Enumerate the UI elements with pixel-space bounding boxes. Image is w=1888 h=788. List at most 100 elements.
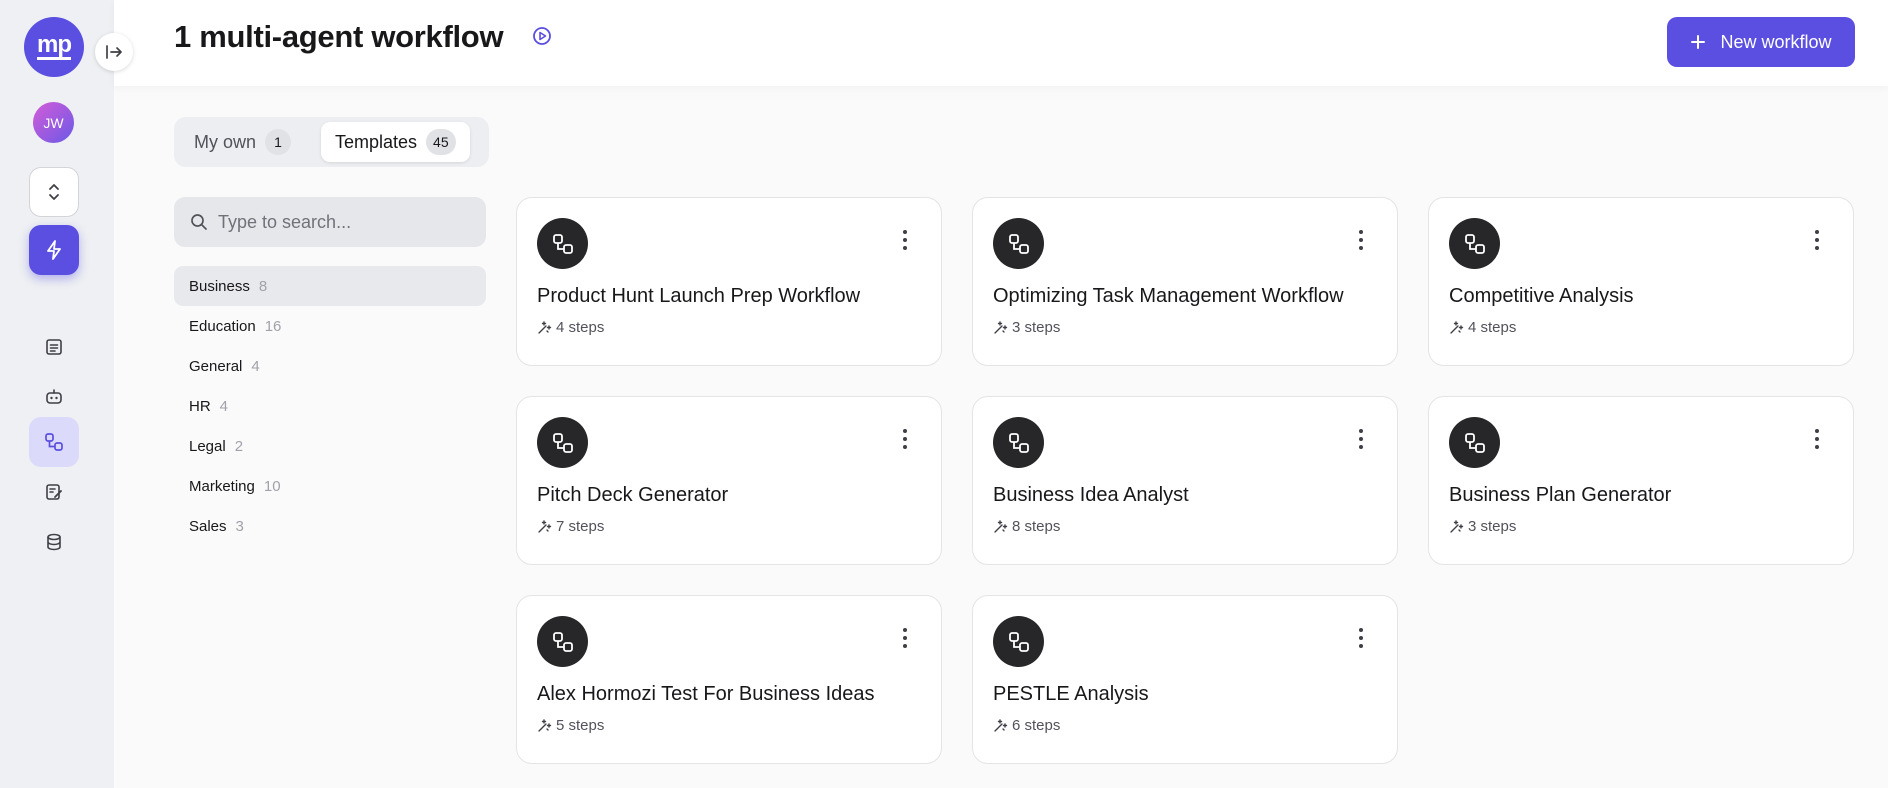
category-name: Marketing bbox=[189, 477, 255, 495]
category-education[interactable]: Education 16 bbox=[174, 306, 486, 346]
workflow-title: Competitive Analysis bbox=[1449, 285, 1634, 307]
more-vertical-icon[interactable] bbox=[901, 230, 909, 250]
workspace-switch-button[interactable] bbox=[29, 167, 79, 217]
sparkles-icon bbox=[994, 321, 1008, 334]
workflow-card[interactable]: Business Idea Analyst 8 steps bbox=[972, 396, 1398, 565]
more-vertical-icon[interactable] bbox=[1813, 230, 1821, 250]
workflow-avatar bbox=[537, 417, 588, 468]
workflow-title: Business Plan Generator bbox=[1449, 484, 1672, 506]
workflow-icon bbox=[1464, 432, 1485, 453]
steps-count: 7 steps bbox=[556, 518, 605, 535]
category-business[interactable]: Business 8 bbox=[174, 266, 486, 306]
logo-text: mp bbox=[37, 31, 72, 60]
collapse-sidebar-button[interactable] bbox=[95, 33, 133, 71]
workflow-icon bbox=[45, 433, 63, 451]
workflow-avatar bbox=[537, 218, 588, 269]
workflow-steps: 7 steps bbox=[537, 518, 604, 535]
workflow-avatar bbox=[993, 616, 1044, 667]
category-hr[interactable]: HR 4 bbox=[174, 386, 486, 426]
workflow-icon bbox=[1464, 233, 1485, 254]
user-avatar[interactable]: JW bbox=[33, 102, 74, 143]
tab-label: My own bbox=[194, 131, 257, 152]
workflow-steps: 4 steps bbox=[537, 319, 604, 336]
workflow-steps: 3 steps bbox=[1449, 518, 1516, 535]
search-input[interactable] bbox=[218, 211, 468, 233]
category-name: HR bbox=[189, 397, 211, 415]
steps-count: 5 steps bbox=[556, 717, 605, 734]
workflow-avatar bbox=[993, 417, 1044, 468]
category-name: Business bbox=[189, 277, 250, 295]
category-sales[interactable]: Sales 3 bbox=[174, 506, 486, 546]
page-header: 1 multi-agent workflow New workflow bbox=[114, 0, 1888, 86]
workflow-card[interactable]: Competitive Analysis 4 steps bbox=[1428, 197, 1854, 366]
workflow-card[interactable]: Business Plan Generator 3 steps bbox=[1428, 396, 1854, 565]
left-rail: mp JW bbox=[0, 0, 114, 788]
more-vertical-icon[interactable] bbox=[1813, 429, 1821, 449]
category-name: Sales bbox=[189, 517, 227, 535]
tab-label: Templates bbox=[335, 131, 418, 152]
tab-count-badge: 45 bbox=[426, 129, 456, 155]
workflow-card[interactable]: Alex Hormozi Test For Business Ideas 5 s… bbox=[516, 595, 942, 764]
nav-documents[interactable] bbox=[29, 322, 79, 372]
workflow-title: Product Hunt Launch Prep Workflow bbox=[537, 285, 861, 307]
category-marketing[interactable]: Marketing 10 bbox=[174, 466, 486, 506]
sparkles-icon bbox=[538, 321, 552, 334]
nav-data[interactable] bbox=[29, 517, 79, 567]
steps-count: 6 steps bbox=[1012, 717, 1061, 734]
new-workflow-button[interactable]: New workflow bbox=[1667, 17, 1855, 67]
category-legal[interactable]: Legal 2 bbox=[174, 426, 486, 466]
search-icon bbox=[191, 214, 207, 230]
sparkles-icon bbox=[994, 719, 1008, 732]
app-logo[interactable]: mp bbox=[24, 17, 84, 77]
sparkles-icon bbox=[1450, 321, 1464, 334]
steps-count: 3 steps bbox=[1468, 518, 1517, 535]
nav-notebooks[interactable] bbox=[29, 467, 79, 517]
workflow-card[interactable]: Pitch Deck Generator 7 steps bbox=[516, 396, 942, 565]
workflow-title: Alex Hormozi Test For Business Ideas bbox=[537, 683, 875, 705]
workflow-steps: 5 steps bbox=[537, 717, 604, 734]
workflow-avatar bbox=[537, 616, 588, 667]
workflow-title: Optimizing Task Management Workflow bbox=[993, 285, 1344, 307]
tab-my-own[interactable]: My own 1 bbox=[194, 122, 292, 162]
category-name: Education bbox=[189, 317, 256, 335]
workflow-icon bbox=[1008, 432, 1029, 453]
tab-group: My own 1 Templates 45 bbox=[174, 117, 489, 167]
category-count: 8 bbox=[258, 277, 268, 295]
workflow-avatar bbox=[1449, 218, 1500, 269]
nav-workflows[interactable] bbox=[29, 417, 79, 467]
more-vertical-icon[interactable] bbox=[901, 429, 909, 449]
workflow-steps: 6 steps bbox=[993, 717, 1060, 734]
page-title: 1 multi-agent workflow bbox=[174, 19, 504, 54]
quick-action-button[interactable] bbox=[29, 225, 79, 275]
play-circle-icon[interactable] bbox=[532, 26, 552, 46]
workflow-steps: 8 steps bbox=[993, 518, 1060, 535]
search-box bbox=[174, 197, 486, 247]
more-vertical-icon[interactable] bbox=[1357, 429, 1365, 449]
workflow-icon bbox=[552, 631, 573, 652]
workflow-card[interactable]: Product Hunt Launch Prep Workflow 4 step… bbox=[516, 197, 942, 366]
plus-icon bbox=[1691, 35, 1706, 49]
new-workflow-label: New workflow bbox=[1720, 31, 1832, 52]
workflow-card[interactable]: Optimizing Task Management Workflow 3 st… bbox=[972, 197, 1398, 366]
app-root: mp JW 1 multi-agent workflow New workflo… bbox=[0, 0, 1888, 788]
more-vertical-icon[interactable] bbox=[901, 628, 909, 648]
tab-templates[interactable]: Templates 45 bbox=[321, 122, 470, 162]
tab-count-badge: 1 bbox=[265, 129, 292, 155]
workflow-icon bbox=[1008, 233, 1029, 254]
sparkles-icon bbox=[538, 719, 552, 732]
steps-count: 8 steps bbox=[1012, 518, 1061, 535]
workflow-avatar bbox=[993, 218, 1044, 269]
nav-agents[interactable] bbox=[29, 372, 79, 422]
category-count: 4 bbox=[251, 357, 260, 375]
workflow-card[interactable]: PESTLE Analysis 6 steps bbox=[972, 595, 1398, 764]
bolt-icon bbox=[47, 240, 61, 260]
more-vertical-icon[interactable] bbox=[1357, 230, 1365, 250]
more-vertical-icon[interactable] bbox=[1357, 628, 1365, 648]
document-icon bbox=[46, 339, 62, 355]
category-general[interactable]: General 4 bbox=[174, 346, 486, 386]
steps-count: 4 steps bbox=[1468, 319, 1517, 336]
workflow-title: PESTLE Analysis bbox=[993, 683, 1149, 705]
collapse-sidebar-icon bbox=[106, 45, 122, 59]
sparkles-icon bbox=[538, 520, 552, 533]
sparkles-icon bbox=[1450, 520, 1464, 533]
